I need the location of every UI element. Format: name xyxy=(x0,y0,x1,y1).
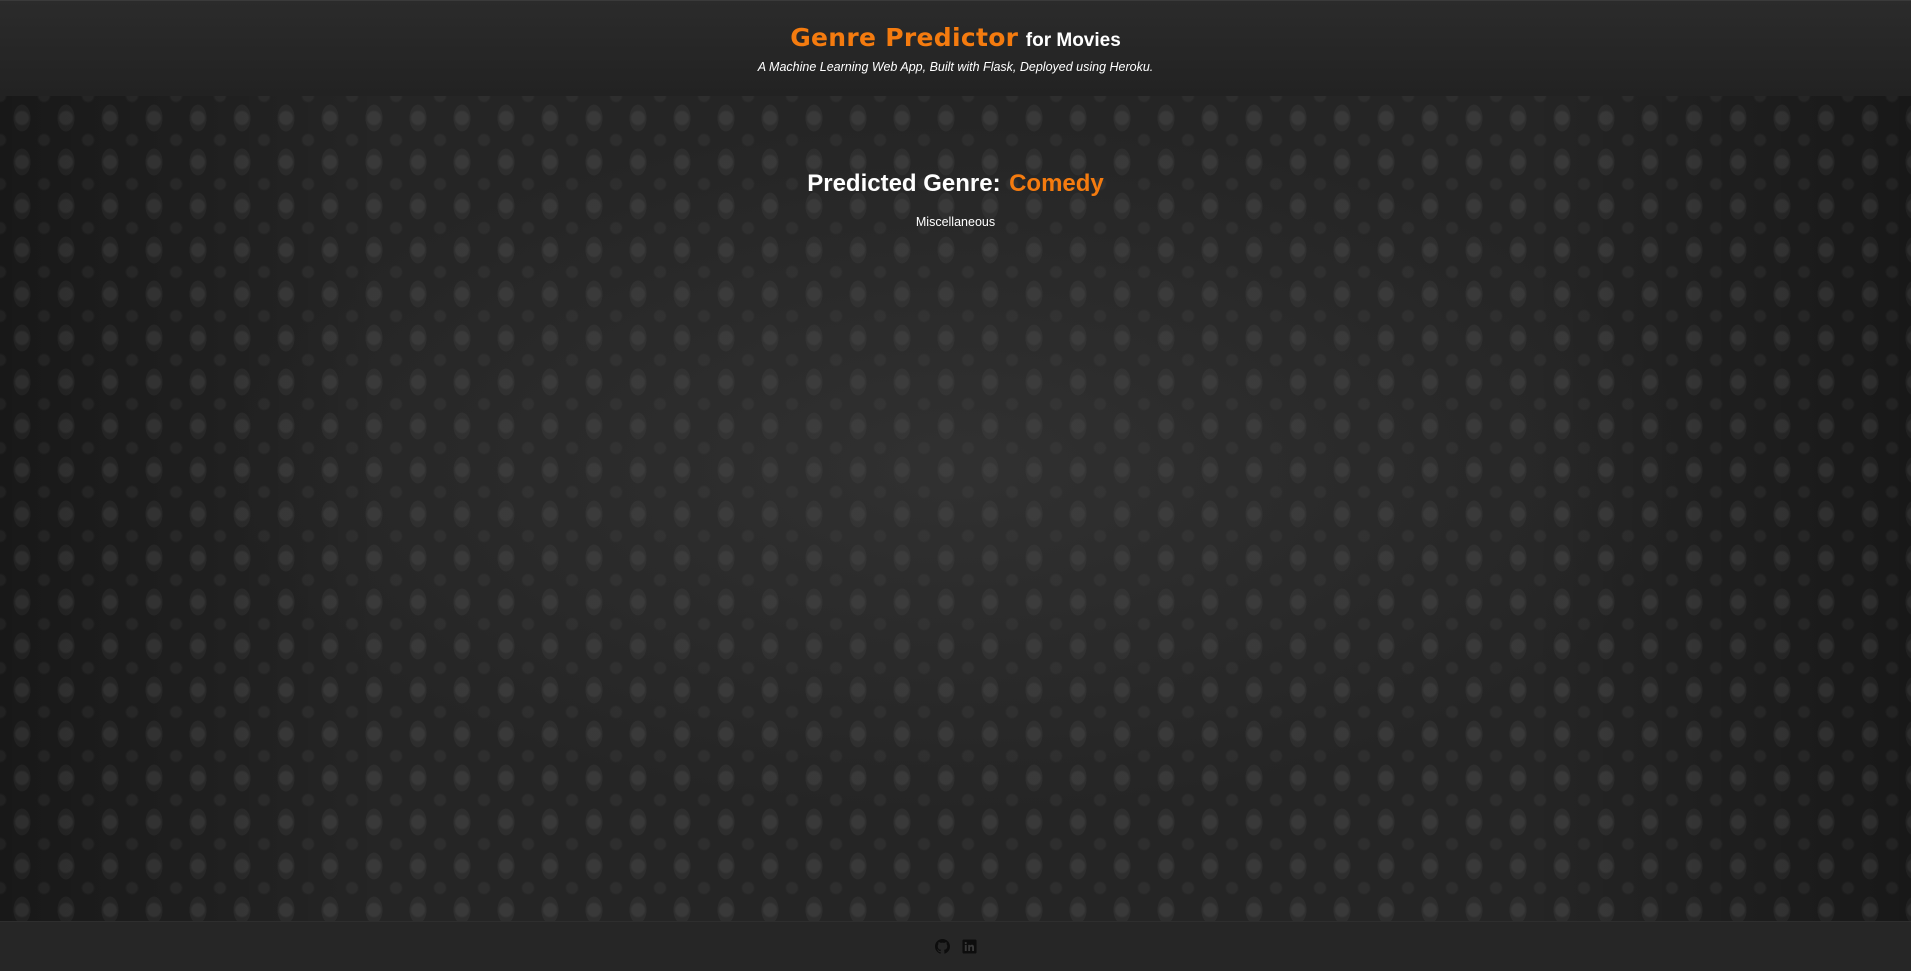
site-title: Genre Predictor for Movies xyxy=(0,23,1911,52)
main-content: Predicted Genre: Comedy Miscellaneous xyxy=(0,96,1911,921)
prediction-label: Predicted Genre: xyxy=(807,170,1001,197)
brand-suffix: for Movies xyxy=(1025,30,1121,51)
brand-name: Genre Predictor xyxy=(790,23,1019,52)
github-icon[interactable] xyxy=(934,939,950,954)
linkedin-icon[interactable] xyxy=(961,939,977,954)
prediction-category: Miscellaneous xyxy=(915,215,996,229)
site-subtitle: A Machine Learning Web App, Built with F… xyxy=(757,60,1154,74)
site-footer xyxy=(0,921,1911,971)
prediction-result: Predicted Genre: Comedy xyxy=(0,170,1911,198)
site-header: Genre Predictor for Movies A Machine Lea… xyxy=(0,0,1911,96)
social-links xyxy=(0,939,1911,954)
predicted-genre: Comedy xyxy=(1009,170,1104,197)
